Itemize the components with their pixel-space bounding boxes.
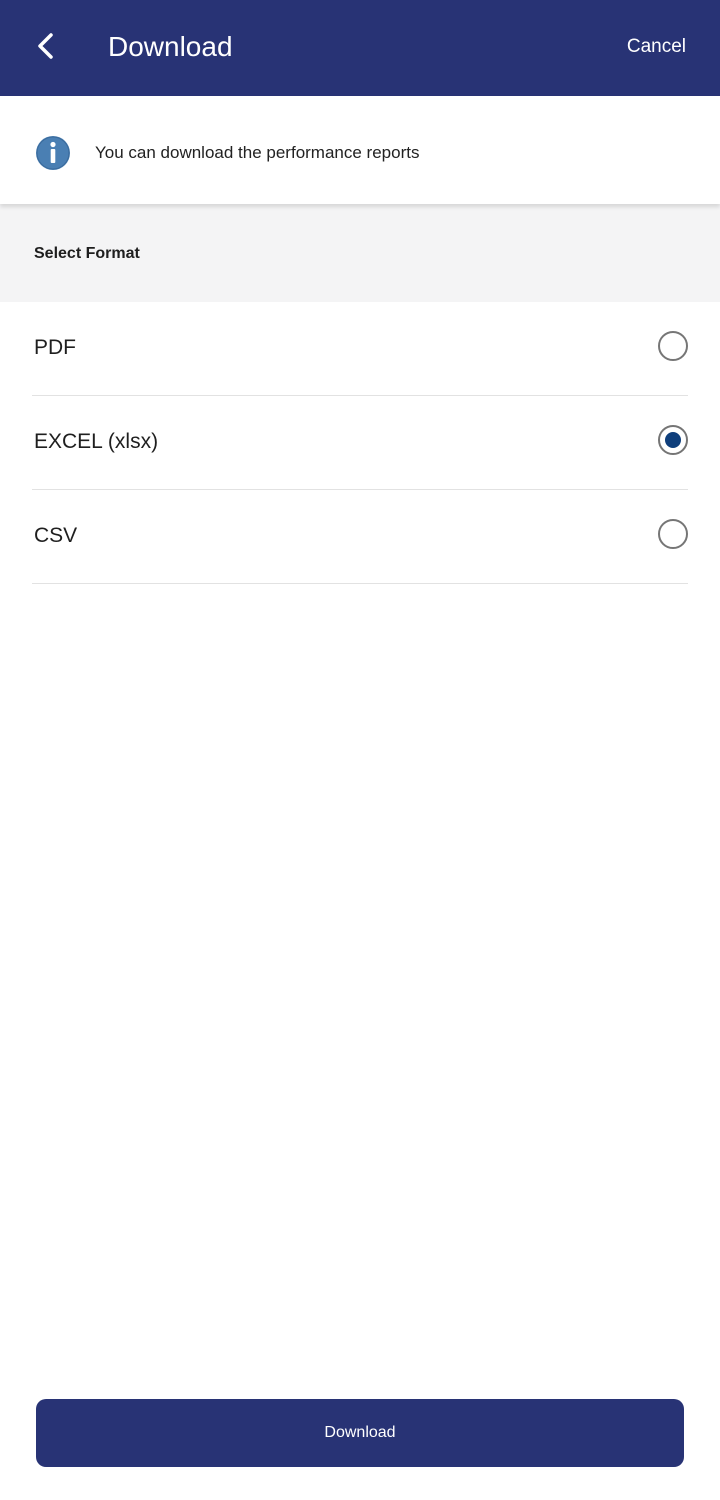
format-option-pdf[interactable]: PDF <box>32 302 688 396</box>
download-button[interactable]: Download <box>36 1399 684 1467</box>
section-title: Select Format <box>34 245 140 262</box>
info-banner: You can download the performance reports <box>0 96 720 204</box>
info-icon <box>36 136 70 170</box>
format-option-label: PDF <box>34 336 76 359</box>
radio-button[interactable] <box>658 331 688 361</box>
format-option-label: EXCEL (xlsx) <box>34 430 159 453</box>
page-title: Download <box>108 31 233 62</box>
info-text: You can download the performance reports <box>95 143 420 162</box>
format-options: PDF EXCEL (xlsx) CSV <box>0 302 720 584</box>
section-header: Select Format <box>0 204 720 302</box>
format-option-csv[interactable]: CSV <box>32 490 688 584</box>
radio-dot <box>665 432 681 448</box>
chevron-left-icon <box>38 33 53 59</box>
back-button[interactable] <box>28 28 64 64</box>
app-header: Download Cancel <box>0 0 720 96</box>
format-option-excel[interactable]: EXCEL (xlsx) <box>32 396 688 490</box>
radio-button-selected[interactable] <box>658 425 688 455</box>
format-option-label: CSV <box>34 524 78 547</box>
cancel-button[interactable]: Cancel <box>627 34 686 60</box>
radio-button[interactable] <box>658 519 688 549</box>
